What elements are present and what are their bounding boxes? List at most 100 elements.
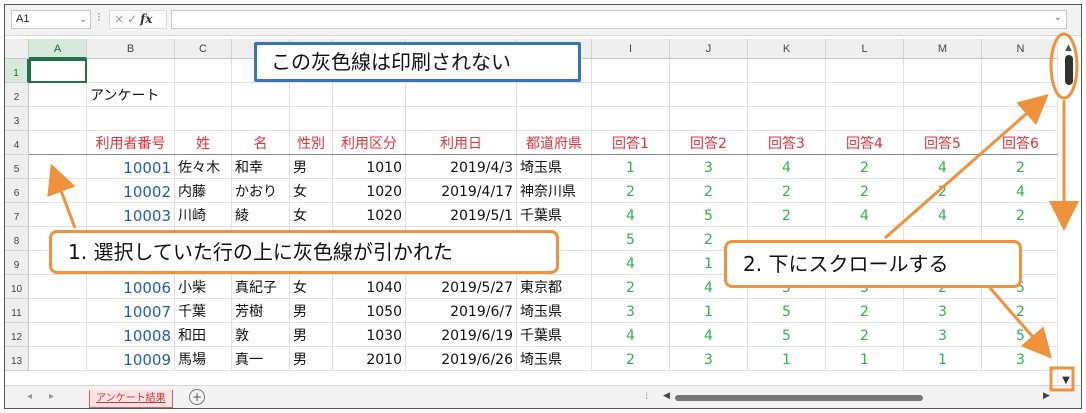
surname-cell[interactable]: 佐々木: [175, 155, 232, 179]
answer-cell[interactable]: 3: [982, 347, 1060, 371]
answer-cell[interactable]: 1: [748, 347, 826, 371]
column-header-k[interactable]: K: [748, 39, 826, 59]
row-header-2[interactable]: 2: [5, 83, 29, 107]
column-header-i[interactable]: I: [592, 39, 670, 59]
row-header-4[interactable]: 4: [5, 131, 29, 155]
header-cell[interactable]: 回答6: [982, 131, 1060, 155]
cell[interactable]: [904, 107, 982, 131]
cell[interactable]: [29, 107, 87, 131]
column-header-n[interactable]: N: [982, 39, 1060, 59]
header-cell[interactable]: 回答2: [670, 131, 748, 155]
answer-cell[interactable]: 4: [826, 203, 904, 227]
header-cell[interactable]: 利用区分: [333, 131, 406, 155]
cell[interactable]: [333, 83, 406, 107]
usage-date-cell[interactable]: 2019/4/3: [406, 155, 517, 179]
gender-cell[interactable]: 女: [290, 275, 333, 299]
cell[interactable]: [232, 107, 290, 131]
cell[interactable]: [87, 107, 175, 131]
answer-cell[interactable]: 3: [904, 299, 982, 323]
cell[interactable]: [290, 107, 333, 131]
cell[interactable]: [29, 299, 87, 323]
formula-input[interactable]: ⌄: [171, 10, 1067, 29]
cell[interactable]: [826, 59, 904, 83]
enter-icon[interactable]: ✓: [127, 12, 140, 26]
answer-cell[interactable]: 2: [982, 203, 1060, 227]
answer-cell[interactable]: 2: [982, 155, 1060, 179]
active-cell-a1[interactable]: [29, 59, 87, 83]
cell[interactable]: [748, 59, 826, 83]
header-cell[interactable]: 回答1: [592, 131, 670, 155]
triangle-left-icon[interactable]: ◀: [663, 391, 670, 401]
answer-cell[interactable]: 2: [826, 323, 904, 347]
cell[interactable]: [175, 107, 232, 131]
cell[interactable]: [29, 323, 87, 347]
row-header-10[interactable]: 10: [5, 275, 29, 299]
answer-cell[interactable]: 5: [748, 323, 826, 347]
prev-sheet-icon[interactable]: ◂: [27, 391, 32, 402]
id-cell[interactable]: 10002: [87, 179, 175, 203]
answer-cell[interactable]: 4: [592, 203, 670, 227]
vertical-scroll-thumb[interactable]: [1065, 55, 1073, 85]
tab-split-handle[interactable]: ⁝: [645, 391, 648, 402]
prefecture-cell[interactable]: 東京都: [517, 275, 592, 299]
cell[interactable]: [517, 83, 592, 107]
answer-cell[interactable]: 2: [592, 275, 670, 299]
prefecture-cell[interactable]: 千葉県: [517, 323, 592, 347]
header-cell[interactable]: 姓: [175, 131, 232, 155]
answer-cell[interactable]: 4: [592, 323, 670, 347]
given-name-cell[interactable]: 真紀子: [232, 275, 290, 299]
select-all-corner[interactable]: [5, 39, 29, 59]
column-header-l[interactable]: L: [826, 39, 904, 59]
cell[interactable]: [904, 59, 982, 83]
column-header-j[interactable]: J: [670, 39, 748, 59]
surname-cell[interactable]: 千葉: [175, 299, 232, 323]
horizontal-scrollbar[interactable]: ◀ ▶: [659, 391, 1055, 404]
cell[interactable]: [670, 107, 748, 131]
answer-cell[interactable]: 2: [982, 299, 1060, 323]
cell[interactable]: [517, 107, 592, 131]
cell[interactable]: [29, 203, 87, 227]
surname-cell[interactable]: 小柴: [175, 275, 232, 299]
usage-date-cell[interactable]: 2019/6/7: [406, 299, 517, 323]
sheet-tab-active[interactable]: アンケート結果: [89, 390, 173, 408]
prefecture-cell[interactable]: 埼玉県: [517, 299, 592, 323]
more-dots-icon[interactable]: ⁝: [97, 10, 101, 24]
cell[interactable]: [748, 83, 826, 107]
cell[interactable]: [175, 59, 232, 83]
cell[interactable]: [826, 107, 904, 131]
answer-cell[interactable]: 3: [670, 155, 748, 179]
answer-cell[interactable]: 2: [826, 155, 904, 179]
answer-cell[interactable]: 2: [592, 347, 670, 371]
given-name-cell[interactable]: 真一: [232, 347, 290, 371]
header-cell[interactable]: 回答4: [826, 131, 904, 155]
row-header-13[interactable]: 13: [5, 347, 29, 371]
cell[interactable]: [670, 83, 748, 107]
next-sheet-icon[interactable]: ▸: [49, 391, 54, 402]
answer-cell[interactable]: 1: [904, 347, 982, 371]
surname-cell[interactable]: 川崎: [175, 203, 232, 227]
id-cell[interactable]: 10009: [87, 347, 175, 371]
cell[interactable]: [29, 83, 87, 107]
header-cell[interactable]: 利用者番号: [87, 131, 175, 155]
answer-cell[interactable]: 2: [592, 179, 670, 203]
gender-cell[interactable]: 男: [290, 155, 333, 179]
answer-cell[interactable]: 2: [904, 179, 982, 203]
given-name-cell[interactable]: かおり: [232, 179, 290, 203]
cell[interactable]: [982, 59, 1060, 83]
cell[interactable]: [904, 83, 982, 107]
answer-cell[interactable]: 2: [670, 179, 748, 203]
id-cell[interactable]: 10001: [87, 155, 175, 179]
row-header-9[interactable]: 9: [5, 251, 29, 275]
gender-cell[interactable]: 女: [290, 203, 333, 227]
triangle-right-icon[interactable]: ▶: [1043, 391, 1050, 401]
cell[interactable]: [29, 131, 87, 155]
surname-cell[interactable]: 和田: [175, 323, 232, 347]
prefecture-cell[interactable]: 神奈川県: [517, 179, 592, 203]
answer-cell[interactable]: 4: [748, 155, 826, 179]
usage-type-cell[interactable]: 1020: [333, 203, 406, 227]
usage-type-cell[interactable]: 1010: [333, 155, 406, 179]
usage-date-cell[interactable]: 2019/6/19: [406, 323, 517, 347]
header-cell[interactable]: 利用日: [406, 131, 517, 155]
prefecture-cell[interactable]: 埼玉県: [517, 347, 592, 371]
answer-cell[interactable]: 2: [748, 179, 826, 203]
